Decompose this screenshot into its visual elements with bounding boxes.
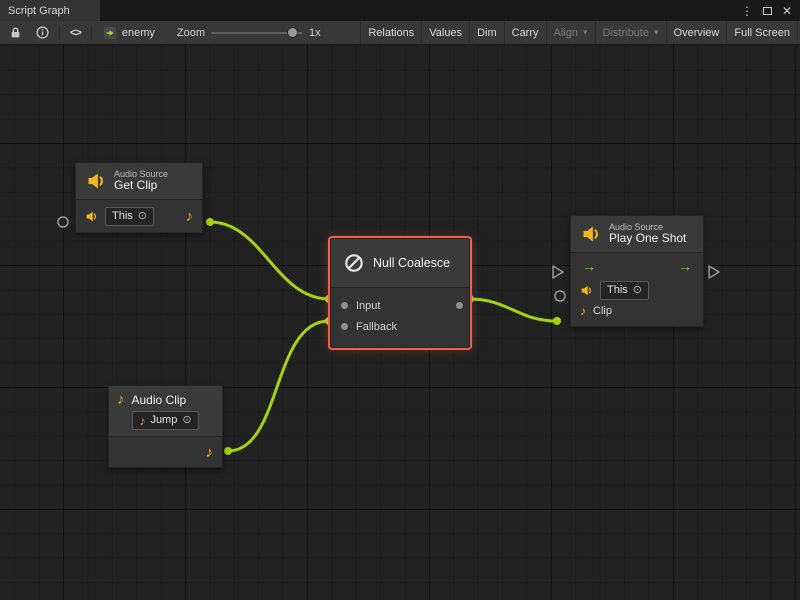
wire-endpoint[interactable] [206, 218, 214, 226]
zoom-label: Zoom [177, 27, 205, 39]
node-title: Null Coalesce [373, 256, 450, 270]
node-header: Audio Source Get Clip [76, 163, 202, 199]
audio-clip-dropdown[interactable]: ♪ Jump ⊙ [132, 411, 198, 430]
target-dropdown[interactable]: This ⊙ [105, 207, 154, 226]
zoom-value: 1x [309, 27, 321, 39]
node-body: ♪ [109, 436, 222, 467]
node-title: Audio Clip [132, 393, 187, 407]
wire-audioclip-to-fallback[interactable] [228, 321, 329, 451]
value-port-playoneshot-target[interactable] [555, 291, 565, 301]
graph-name: enemy [122, 27, 155, 39]
input-port[interactable] [341, 302, 348, 309]
audio-source-icon [581, 224, 601, 244]
graph-toolbar: <> enemy Zoom 1x Relations Values Dim Ca… [0, 21, 800, 45]
toolbar-separator [59, 25, 60, 40]
node-body: This ⊙ ♪ [76, 199, 202, 232]
align-button: Align ▾ [546, 21, 595, 44]
lock-icon [9, 26, 22, 39]
node-header: ♪ Audio Clip ♪ Jump ⊙ [109, 386, 222, 436]
target-dropdown[interactable]: This ⊙ [600, 281, 649, 300]
audio-source-icon [580, 284, 593, 297]
carry-button[interactable]: Carry [504, 21, 546, 44]
script-graph-icon [103, 26, 117, 40]
target-picker-icon[interactable]: ⊙ [182, 414, 191, 427]
target-picker-icon[interactable]: ⊙ [138, 210, 147, 223]
music-note-output-port-icon[interactable]: ♪ [186, 209, 194, 224]
node-audio-clip[interactable]: ♪ Audio Clip ♪ Jump ⊙ ♪ [108, 385, 223, 468]
toolbar-separator [91, 25, 92, 40]
fullscreen-button[interactable]: Full Screen [726, 21, 798, 44]
port-label-fallback: Fallback [356, 321, 397, 333]
wire-nullcoalesce-to-clip[interactable] [470, 299, 557, 321]
node-get-clip[interactable]: Audio Source Get Clip This ⊙ ♪ [75, 162, 203, 233]
null-coalesce-icon [343, 252, 365, 274]
info-button[interactable] [29, 21, 56, 44]
music-note-icon: ♪ [580, 305, 586, 317]
graph-asset-breadcrumb[interactable]: enemy [95, 26, 163, 40]
kebab-menu-icon[interactable]: ⋮ [740, 4, 754, 18]
node-play-one-shot[interactable]: Audio Source Play One Shot → → This ⊙ ♪ … [570, 215, 704, 327]
clip-port-label: Clip [593, 305, 612, 317]
node-body: Input Fallback [331, 287, 469, 347]
graph-canvas[interactable]: Audio Source Get Clip This ⊙ ♪ Null Coal… [0, 45, 800, 600]
fallback-port[interactable] [341, 323, 348, 330]
close-icon[interactable]: ✕ [780, 4, 794, 18]
align-label: Align [554, 27, 578, 39]
maximize-glyph [763, 7, 772, 15]
node-body: → → This ⊙ ♪ Clip [571, 252, 703, 326]
values-button[interactable]: Values [421, 21, 469, 44]
node-title: Get Clip [114, 179, 168, 193]
node-header: Null Coalesce [331, 239, 469, 287]
port-label-input: Input [356, 300, 380, 312]
node-title: Play One Shot [609, 232, 686, 246]
dropdown-value: This [112, 210, 133, 223]
dim-button[interactable]: Dim [469, 21, 504, 44]
dropdown-value: This [607, 284, 628, 297]
code-view-button[interactable]: <> [63, 21, 88, 44]
node-header: Audio Source Play One Shot [571, 216, 703, 252]
tab-title: Script Graph [8, 5, 70, 17]
distribute-label: Distribute [603, 27, 649, 39]
relations-button[interactable]: Relations [360, 21, 421, 44]
wire-getclip-to-input[interactable] [210, 222, 329, 299]
distribute-button: Distribute ▾ [595, 21, 666, 44]
value-port-getclip-target[interactable] [58, 217, 68, 227]
target-picker-icon[interactable]: ⊙ [633, 284, 642, 297]
music-note-icon: ♪ [139, 415, 145, 427]
result-output-port[interactable] [456, 302, 463, 309]
audio-source-icon [85, 210, 98, 223]
flow-in-arrow-icon[interactable]: → [582, 259, 596, 273]
zoom-slider-handle[interactable] [287, 27, 298, 38]
tab-script-graph[interactable]: Script Graph [0, 0, 100, 21]
flow-out-arrow-icon[interactable]: → [678, 259, 692, 273]
chevron-down-icon: ▾ [583, 27, 588, 38]
zoom-slider[interactable] [211, 26, 303, 40]
audio-source-icon [86, 171, 106, 191]
node-null-coalesce[interactable]: Null Coalesce Input Fallback [330, 238, 470, 348]
lock-button[interactable] [2, 21, 29, 44]
music-note-icon: ♪ [117, 392, 125, 407]
dropdown-value: Jump [150, 414, 177, 427]
flow-input-port[interactable] [553, 266, 563, 278]
maximize-icon[interactable] [760, 4, 774, 18]
wire-endpoint[interactable] [553, 317, 561, 325]
flow-output-port[interactable] [709, 266, 719, 278]
window-controls: ⋮ ✕ [740, 0, 800, 21]
music-note-output-port-icon[interactable]: ♪ [206, 445, 214, 460]
chevron-down-icon: ▾ [654, 27, 659, 38]
wire-endpoint[interactable] [224, 447, 232, 455]
tab-bar: Script Graph ⋮ ✕ [0, 0, 800, 21]
info-icon [36, 26, 49, 39]
overview-button[interactable]: Overview [666, 21, 727, 44]
